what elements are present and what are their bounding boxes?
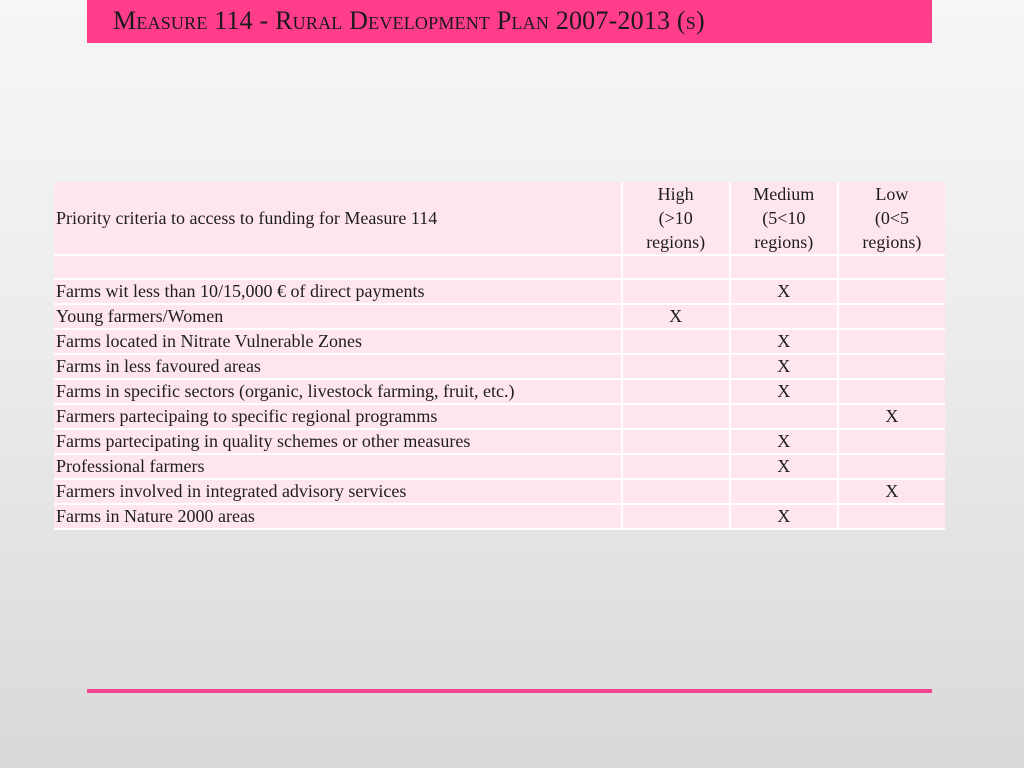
table-row: Farms in specific sectors (organic, live… [54,380,945,405]
medium-mark: X [730,430,839,455]
bottom-rule [87,689,932,693]
high-header-line: regions) [646,232,706,252]
table-row: Farms in Nature 2000 areas X [54,505,945,530]
high-header-line: High [657,184,694,204]
table-row: Farms in less favoured areas X [54,355,945,380]
low-mark [838,505,945,530]
low-header-line: (0<5 [874,208,909,228]
medium-mark: X [730,280,839,305]
table-row: Farms located in Nitrate Vulnerable Zone… [54,330,945,355]
criterion-label: Farmers partecipaing to specific regiona… [54,405,623,430]
criterion-label: Farms in less favoured areas [54,355,623,380]
high-mark [622,330,731,355]
low-mark [838,455,945,480]
empty-cell [622,256,731,280]
low-mark: X [838,405,945,430]
table-row: Farmers involved in integrated advisory … [54,480,945,505]
medium-mark: X [730,380,839,405]
medium-header-line: Medium [753,184,815,204]
slide-title: Measure 114 - Rural Development Plan 200… [113,6,705,35]
high-header-line: (>10 [658,208,693,228]
high-mark: X [622,305,731,330]
high-mark [622,280,731,305]
priority-criteria-table: Priority criteria to access to funding f… [54,182,945,530]
medium-header: Medium (5<10 regions) [730,182,839,256]
criterion-label: Young farmers/Women [54,305,623,330]
high-header: High (>10 regions) [622,182,731,256]
high-mark [622,455,731,480]
criterion-label: Farms located in Nitrate Vulnerable Zone… [54,330,623,355]
empty-cell [838,256,945,280]
low-mark [838,380,945,405]
medium-mark: X [730,355,839,380]
low-header-line: regions) [862,232,922,252]
table-row: Professional farmers X [54,455,945,480]
high-mark [622,355,731,380]
medium-mark: X [730,330,839,355]
high-mark [622,430,731,455]
table-row: Farms wit less than 10/15,000 € of direc… [54,280,945,305]
low-mark [838,305,945,330]
medium-header-line: regions) [754,232,814,252]
medium-mark [730,480,839,505]
medium-mark: X [730,505,839,530]
criterion-label: Farmers involved in integrated advisory … [54,480,623,505]
criterion-label: Farms in Nature 2000 areas [54,505,623,530]
criterion-label: Farms in specific sectors (organic, live… [54,380,623,405]
low-mark [838,280,945,305]
criteria-header: Priority criteria to access to funding f… [54,182,623,256]
low-mark [838,430,945,455]
high-mark [622,405,731,430]
high-mark [622,505,731,530]
medium-mark: X [730,455,839,480]
title-bar: Measure 114 - Rural Development Plan 200… [87,0,932,43]
criterion-label: Farms partecipating in quality schemes o… [54,430,623,455]
table-row: Farms partecipating in quality schemes o… [54,430,945,455]
table-header-row: Priority criteria to access to funding f… [54,182,945,256]
empty-cell [54,256,623,280]
low-mark [838,355,945,380]
criterion-label: Professional farmers [54,455,623,480]
low-header-line: Low [875,184,909,204]
medium-mark [730,305,839,330]
low-mark: X [838,480,945,505]
low-mark [838,330,945,355]
medium-header-line: (5<10 [762,208,806,228]
high-mark [622,380,731,405]
criterion-label: Farms wit less than 10/15,000 € of direc… [54,280,623,305]
table-row: Young farmers/Women X [54,305,945,330]
high-mark [622,480,731,505]
table-row: Farmers partecipaing to specific regiona… [54,405,945,430]
table-spacer-row [54,256,945,280]
medium-mark [730,405,839,430]
low-header: Low (0<5 regions) [838,182,945,256]
empty-cell [730,256,839,280]
